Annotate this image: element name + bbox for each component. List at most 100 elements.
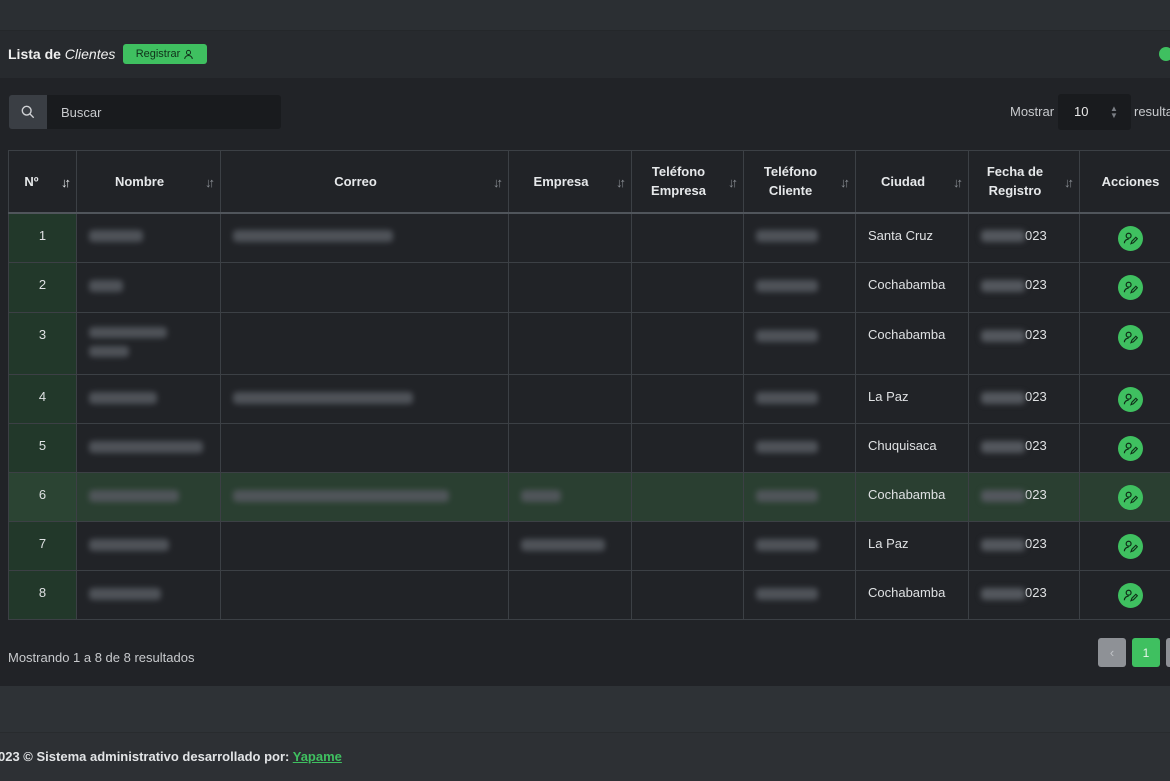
column-header-telefono-empresa[interactable]: Teléfono Empresa↓↑ [632, 151, 744, 213]
page-title: Lista de Clientes [8, 46, 115, 62]
edit-client-button[interactable] [1118, 485, 1143, 510]
cell-telefono-cliente [744, 313, 856, 375]
cell-acciones [1080, 424, 1170, 473]
redacted-text [981, 330, 1025, 342]
sort-icon: ↓↑ [1064, 173, 1071, 192]
page-footer: 023 © Sistema administrativo desarrollad… [0, 732, 1170, 781]
cell-telefono-empresa [632, 473, 744, 522]
column-header-fecha[interactable]: Fecha de Registro↓↑ [969, 151, 1080, 213]
search-icon-button[interactable] [9, 95, 47, 129]
redacted-text [89, 280, 123, 292]
clients-card: Lista de Clientes Registrar Mostrar 10 ▲… [0, 31, 1170, 686]
results-label: resulta [1134, 104, 1170, 119]
cell-number: 1 [9, 213, 77, 263]
column-header-nombre[interactable]: Nombre↓↑ [77, 151, 221, 213]
cell-empresa [509, 263, 632, 313]
redacted-text [89, 392, 157, 404]
redacted-text [756, 330, 818, 342]
status-toggle[interactable] [1159, 47, 1170, 61]
cell-number: 7 [9, 522, 77, 571]
cell-number: 8 [9, 571, 77, 620]
cell-ciudad: Cochabamba [856, 473, 969, 522]
sort-icon: ↓↑ [616, 173, 623, 192]
cell-empresa [509, 313, 632, 375]
redacted-text [89, 588, 161, 600]
select-arrows-icon: ▲▼ [1110, 105, 1118, 119]
redacted-text [981, 539, 1025, 551]
cell-fecha: 023 [969, 522, 1080, 571]
edit-client-button[interactable] [1118, 226, 1143, 251]
edit-user-icon [1123, 441, 1138, 456]
column-header-telefono-cliente[interactable]: Teléfono Cliente↓↑ [744, 151, 856, 213]
clients-table: Nº↓↑ Nombre↓↑ Correo↓↑ Empresa↓↑ Teléfon… [8, 150, 1170, 620]
cell-telefono-cliente [744, 375, 856, 424]
redacted-text [89, 490, 179, 502]
search-icon [21, 105, 35, 119]
card-header: Lista de Clientes Registrar [0, 31, 1170, 78]
cell-fecha: 023 [969, 263, 1080, 313]
cell-telefono-cliente [744, 424, 856, 473]
cell-nombre [77, 263, 221, 313]
column-header-ciudad[interactable]: Ciudad↓↑ [856, 151, 969, 213]
pagination-page-button[interactable]: 1 [1132, 638, 1160, 667]
sort-icon: ↓↑ [61, 173, 68, 192]
page-size-select[interactable]: 10 ▲▼ [1058, 94, 1131, 130]
redacted-text [756, 392, 818, 404]
cell-acciones [1080, 522, 1170, 571]
cell-acciones [1080, 571, 1170, 620]
redacted-text [981, 392, 1025, 404]
redacted-text [756, 490, 818, 502]
cell-acciones [1080, 313, 1170, 375]
table-row: 4 La Paz 023 [9, 375, 1170, 424]
cell-nombre [77, 375, 221, 424]
search-input[interactable] [47, 95, 281, 129]
table-row: 1 Santa Cruz 023 [9, 213, 1170, 263]
cell-correo [221, 424, 509, 473]
cell-empresa [509, 571, 632, 620]
edit-client-button[interactable] [1118, 387, 1143, 412]
table-row: 5 Chuquisaca 023 [9, 424, 1170, 473]
footer-link[interactable]: Yapame [293, 749, 342, 764]
cell-acciones [1080, 473, 1170, 522]
column-header-correo[interactable]: Correo↓↑ [221, 151, 509, 213]
cell-nombre [77, 571, 221, 620]
edit-user-icon [1123, 280, 1138, 295]
cell-ciudad: La Paz [856, 375, 969, 424]
edit-user-icon [1123, 539, 1138, 554]
cell-empresa [509, 424, 632, 473]
column-header-no[interactable]: Nº↓↑ [9, 151, 77, 213]
register-button-label: Registrar [136, 48, 181, 60]
table-row: 7 La Paz 023 [9, 522, 1170, 571]
redacted-text [981, 441, 1025, 453]
redacted-text [981, 230, 1025, 242]
redacted-text [981, 588, 1025, 600]
cell-acciones [1080, 213, 1170, 263]
edit-client-button[interactable] [1118, 534, 1143, 559]
redacted-text [233, 392, 413, 404]
pagination-prev-button[interactable]: ‹ [1098, 638, 1126, 667]
edit-client-button[interactable] [1118, 275, 1143, 300]
pagination-info: Mostrando 1 a 8 de 8 resultados [8, 650, 194, 665]
sort-icon: ↓↑ [840, 173, 847, 192]
redacted-text [233, 230, 393, 242]
cell-fecha: 023 [969, 571, 1080, 620]
pagination-next-button[interactable] [1166, 638, 1170, 667]
redacted-text [89, 346, 129, 357]
edit-client-button[interactable] [1118, 325, 1143, 350]
cell-fecha: 023 [969, 213, 1080, 263]
edit-client-button[interactable] [1118, 583, 1143, 608]
user-icon [183, 49, 194, 60]
redacted-text [233, 490, 449, 502]
cell-telefono-empresa [632, 522, 744, 571]
table-row: 3 Cochabamba 023 [9, 313, 1170, 375]
sort-icon: ↓↑ [493, 173, 500, 192]
redacted-text [756, 441, 818, 453]
redacted-text [756, 230, 818, 242]
register-button[interactable]: Registrar [123, 44, 207, 64]
column-header-empresa[interactable]: Empresa↓↑ [509, 151, 632, 213]
cell-telefono-cliente [744, 473, 856, 522]
cell-telefono-empresa [632, 424, 744, 473]
cell-number: 5 [9, 424, 77, 473]
cell-telefono-empresa [632, 375, 744, 424]
edit-client-button[interactable] [1118, 436, 1143, 461]
